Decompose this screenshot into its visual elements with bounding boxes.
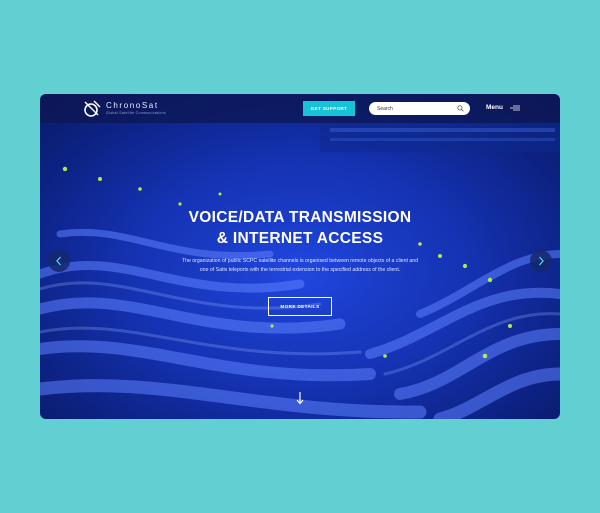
next-slide-button[interactable] xyxy=(530,250,552,272)
chevron-left-icon xyxy=(56,256,61,266)
hero-slider: ChronoSat Global Satellite Communication… xyxy=(40,94,560,419)
satellite-logo-icon xyxy=(84,100,101,117)
menu-label: Menu xyxy=(486,104,503,111)
hero-title-line-2: & INTERNET ACCESS xyxy=(216,230,384,247)
menu-toggle[interactable]: Menu xyxy=(486,104,520,111)
brand-name: ChronoSat xyxy=(106,101,159,111)
brand-logo[interactable]: ChronoSat Global Satellite Communication… xyxy=(82,100,166,118)
search-input[interactable] xyxy=(377,105,457,112)
get-support-button[interactable]: GET SUPPORT xyxy=(303,101,355,116)
previous-slide-button[interactable] xyxy=(48,250,70,272)
arrow-down-icon[interactable] xyxy=(295,391,305,405)
hero-description: The organization of public SCPC satellit… xyxy=(181,258,419,273)
more-details-button[interactable]: MORE DETAILS xyxy=(268,297,332,316)
search-box[interactable] xyxy=(369,102,470,115)
hero-title-line-1: VOICE/DATA TRANSMISSION xyxy=(188,209,412,226)
chevron-right-icon xyxy=(539,256,544,266)
brand-tagline: Global Satellite Communications xyxy=(106,111,166,116)
hamburger-menu-icon[interactable] xyxy=(509,105,520,111)
search-icon[interactable] xyxy=(457,105,464,112)
top-navigation-bar: ChronoSat Global Satellite Communication… xyxy=(40,94,560,123)
hero-title: VOICE/DATA TRANSMISSION & INTERNET ACCES… xyxy=(40,207,560,249)
